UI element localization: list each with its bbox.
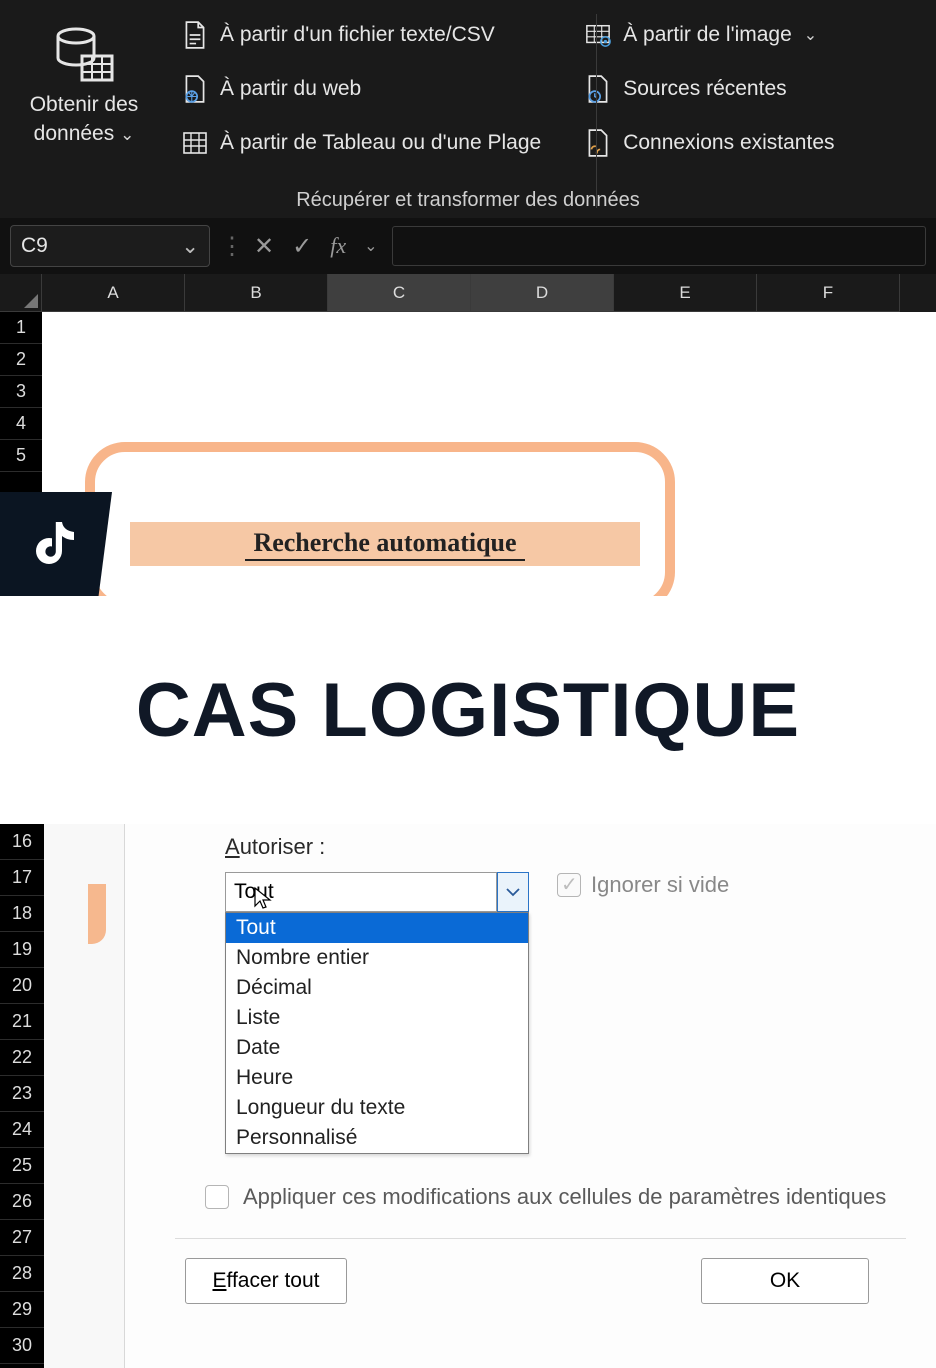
database-icon — [52, 24, 116, 88]
file-text-icon — [182, 20, 208, 50]
column-header[interactable]: B — [185, 274, 328, 312]
chevron-down-icon: ⌄ — [181, 234, 199, 259]
row-header[interactable]: 24 — [0, 1112, 44, 1148]
card-edge — [88, 884, 106, 944]
row-header[interactable]: 1 — [0, 312, 42, 344]
ignore-blank-checkbox[interactable] — [557, 873, 581, 897]
row-header[interactable]: 4 — [0, 408, 42, 440]
allow-label: Autoriser : — [225, 834, 325, 860]
get-data-label1: Obtenir des — [30, 93, 139, 116]
row-header[interactable]: 25 — [0, 1148, 44, 1184]
formula-input[interactable] — [392, 226, 926, 266]
existing-connections-button[interactable]: Connexions existantes — [579, 122, 840, 164]
apply-same-label: Appliquer ces modifications aux cellules… — [243, 1184, 886, 1210]
file-clock-icon — [585, 74, 611, 104]
card-title-text: Recherche automatique — [245, 528, 524, 561]
column-header[interactable]: C — [328, 274, 471, 312]
row-header[interactable]: 22 — [0, 1040, 44, 1076]
name-box-value: C9 — [21, 234, 48, 258]
row-header[interactable]: 5 — [0, 440, 42, 472]
file-link-icon — [585, 128, 611, 158]
tiktok-icon — [32, 518, 80, 570]
allow-dropdown-button[interactable] — [497, 872, 529, 912]
column-header[interactable]: D — [471, 274, 614, 312]
apply-same-row: Appliquer ces modifications aux cellules… — [205, 1184, 886, 1210]
fx-label[interactable]: fx — [330, 233, 346, 259]
row-header[interactable]: 3 — [0, 376, 42, 408]
dropdown-option[interactable]: Heure — [226, 1063, 528, 1093]
row-header[interactable]: 18 — [0, 896, 44, 932]
overlay-title: CAS LOGISTIQUE — [136, 667, 800, 754]
row-header[interactable]: 21 — [0, 1004, 44, 1040]
ribbon-separator — [596, 14, 597, 208]
column-header[interactable]: F — [757, 274, 900, 312]
formula-bar: C9 ⌄ ⋮ ✕ ✓ fx ⌄ — [0, 218, 936, 274]
data-validation-dialog: Autoriser : Tout Ignorer si vide Tout No… — [124, 824, 936, 1368]
from-web-label: À partir du web — [220, 77, 361, 101]
from-textcsv-button[interactable]: À partir d'un fichier texte/CSV — [176, 14, 547, 56]
worksheet-lower: 16 17 18 19 20 21 22 23 24 25 26 27 28 2… — [0, 824, 936, 1368]
dropdown-option[interactable]: Liste — [226, 1003, 528, 1033]
row-header[interactable]: 17 — [0, 860, 44, 896]
row-header[interactable]: 30 — [0, 1328, 44, 1364]
allow-dropdown-list: Tout Nombre entier Décimal Liste Date He… — [225, 912, 529, 1154]
get-data-label2: données — [34, 122, 115, 145]
select-all-triangle[interactable] — [0, 274, 42, 312]
table-icon — [182, 128, 208, 158]
row-headers-lower: 16 17 18 19 20 21 22 23 24 25 26 27 28 2… — [0, 824, 44, 1368]
row-header[interactable]: 16 — [0, 824, 44, 860]
overlay-strip: CAS LOGISTIQUE — [0, 596, 936, 824]
cursor-icon — [253, 886, 273, 912]
column-header-row: A B C D E F — [0, 274, 936, 312]
from-image-label: À partir de l'image — [623, 23, 792, 47]
row-header[interactable]: 29 — [0, 1292, 44, 1328]
ignore-blank-row: Ignorer si vide — [557, 872, 729, 898]
chevron-down-icon: ⌄ — [804, 25, 817, 45]
recent-sources-label: Sources récentes — [623, 77, 786, 101]
card-title: Recherche automatique — [130, 522, 640, 566]
from-web-button[interactable]: À partir du web — [176, 68, 547, 110]
separator: ⋮ — [220, 232, 244, 261]
clear-all-button[interactable]: Effacer tout — [185, 1258, 347, 1304]
ribbon: Obtenir des données ⌄ À partir d'un fich… — [0, 0, 936, 218]
column-header[interactable]: E — [614, 274, 757, 312]
name-box[interactable]: C9 ⌄ — [10, 225, 210, 267]
from-textcsv-label: À partir d'un fichier texte/CSV — [220, 23, 495, 47]
from-table-button[interactable]: À partir de Tableau ou d'une Plage — [176, 122, 547, 164]
row-header[interactable]: 26 — [0, 1184, 44, 1220]
ignore-blank-label: Ignorer si vide — [591, 872, 729, 898]
file-globe-icon — [182, 74, 208, 104]
row-header[interactable]: 19 — [0, 932, 44, 968]
row-header[interactable]: 20 — [0, 968, 44, 1004]
ribbon-group-caption: Récupérer et transformer des données — [0, 189, 936, 212]
chevron-down-icon: ⌄ — [120, 125, 134, 144]
column-header[interactable]: A — [42, 274, 185, 312]
dropdown-option[interactable]: Décimal — [226, 973, 528, 1003]
row-header[interactable]: 2 — [0, 344, 42, 376]
apply-same-checkbox[interactable] — [205, 1185, 229, 1209]
dropdown-option[interactable]: Nombre entier — [226, 943, 528, 973]
get-data-button[interactable]: Obtenir des données ⌄ — [18, 14, 150, 146]
chevron-down-icon[interactable]: ⌄ — [364, 236, 377, 256]
enter-icon[interactable]: ✓ — [292, 232, 312, 261]
existing-connections-label: Connexions existantes — [623, 131, 834, 155]
row-header[interactable]: 27 — [0, 1220, 44, 1256]
chevron-down-icon — [506, 887, 520, 897]
from-table-label: À partir de Tableau ou d'une Plage — [220, 131, 541, 155]
dropdown-option[interactable]: Date — [226, 1033, 528, 1063]
dropdown-option[interactable]: Longueur du texte — [226, 1093, 528, 1123]
row-header[interactable]: 23 — [0, 1076, 44, 1112]
from-image-button[interactable]: À partir de l'image ⌄ — [579, 14, 840, 56]
dialog-separator — [175, 1238, 906, 1239]
tiktok-badge — [0, 492, 112, 596]
image-grid-icon — [585, 20, 611, 50]
ok-button[interactable]: OK — [701, 1258, 869, 1304]
worksheet-upper[interactable]: 1 2 3 4 5 Recherche automatique — [0, 312, 936, 602]
dropdown-option[interactable]: Personnalisé — [226, 1123, 528, 1153]
cancel-icon[interactable]: ✕ — [254, 232, 274, 261]
row-header[interactable]: 28 — [0, 1256, 44, 1292]
dropdown-option[interactable]: Tout — [226, 913, 528, 943]
dialog-area: Autoriser : Tout Ignorer si vide Tout No… — [44, 824, 936, 1368]
recent-sources-button[interactable]: Sources récentes — [579, 68, 840, 110]
